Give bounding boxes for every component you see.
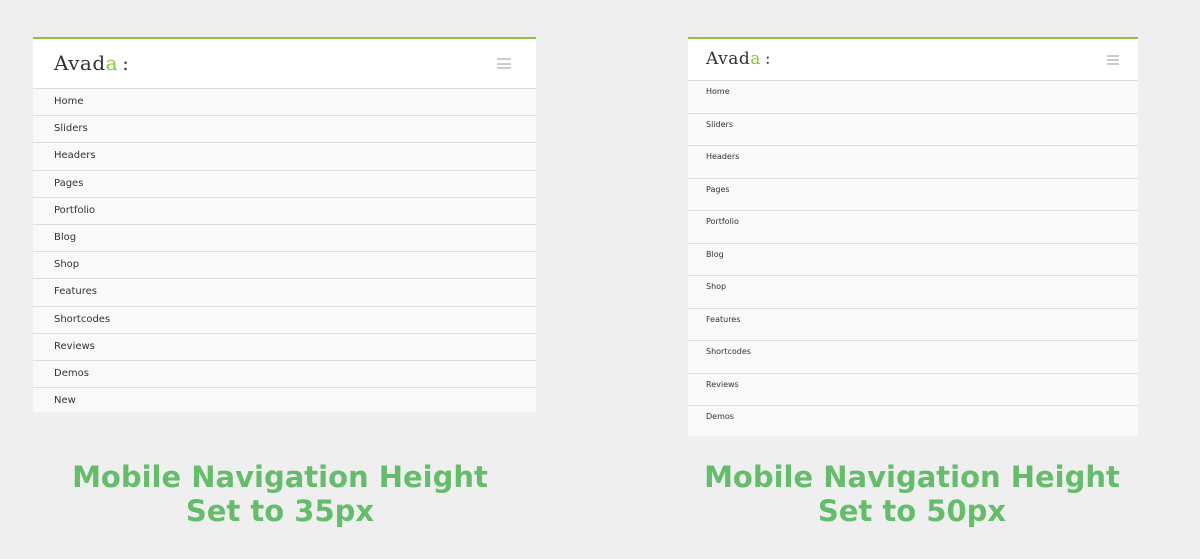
nav-item-pages[interactable]: Pages [33,171,536,198]
caption-line-2: Set to 50px [817,494,1007,528]
logo-colon: : [122,51,130,75]
caption-line-1: Mobile Navigation Height [704,460,1120,494]
hamburger-menu-icon[interactable] [497,58,511,69]
nav-item-home[interactable]: Home [688,81,1138,114]
nav-item-shop[interactable]: Shop [688,276,1138,309]
nav-item-reviews[interactable]: Reviews [33,334,536,361]
nav-item-reviews[interactable]: Reviews [688,374,1138,406]
mobile-nav-menu: Home Sliders Headers Pages Portfolio Blo… [688,81,1138,436]
nav-item-shop[interactable]: Shop [33,252,536,280]
nav-item-shortcodes[interactable]: Shortcodes [33,307,536,334]
nav-item-home[interactable]: Home [33,89,536,117]
logo-colon: : [764,49,772,69]
hamburger-menu-icon[interactable] [1107,55,1119,65]
mobile-nav-preview-50px: Avada: Home Sliders Headers Pages Portfo… [688,37,1138,436]
caption-35px: Mobile Navigation Height Set to 35px [40,460,520,528]
mobile-header: Avada: [33,37,536,89]
nav-item-sliders[interactable]: Sliders [33,116,536,144]
nav-item-features[interactable]: Features [33,279,536,307]
nav-item-sliders[interactable]: Sliders [688,114,1138,146]
nav-item-blog[interactable]: Blog [33,225,536,253]
logo-text: Avad [54,51,106,75]
mobile-header: Avada: [688,37,1138,81]
logo-accent-letter: a [105,51,119,75]
mobile-nav-preview-35px: Avada: Home Sliders Headers Pages Portfo… [33,37,536,412]
nav-item-blog[interactable]: Blog [688,244,1138,276]
nav-item-portfolio[interactable]: Portfolio [688,211,1138,244]
nav-item-demos[interactable]: Demos [688,406,1138,436]
nav-item-new[interactable]: New [33,388,536,412]
nav-item-demos[interactable]: Demos [33,361,536,389]
caption-line-1: Mobile Navigation Height [72,460,488,494]
nav-item-headers[interactable]: Headers [688,146,1138,179]
caption-50px: Mobile Navigation Height Set to 50px [672,460,1152,528]
nav-item-features[interactable]: Features [688,309,1138,341]
nav-item-portfolio[interactable]: Portfolio [33,198,536,225]
mobile-nav-menu: Home Sliders Headers Pages Portfolio Blo… [33,89,536,412]
caption-line-2: Set to 35px [185,494,375,528]
avada-logo[interactable]: Avada: [54,51,129,75]
nav-item-shortcodes[interactable]: Shortcodes [688,341,1138,374]
avada-logo[interactable]: Avada: [706,49,771,69]
logo-text: Avad [706,49,751,69]
logo-accent-letter: a [750,49,761,69]
nav-item-headers[interactable]: Headers [33,143,536,171]
nav-item-pages[interactable]: Pages [688,179,1138,211]
